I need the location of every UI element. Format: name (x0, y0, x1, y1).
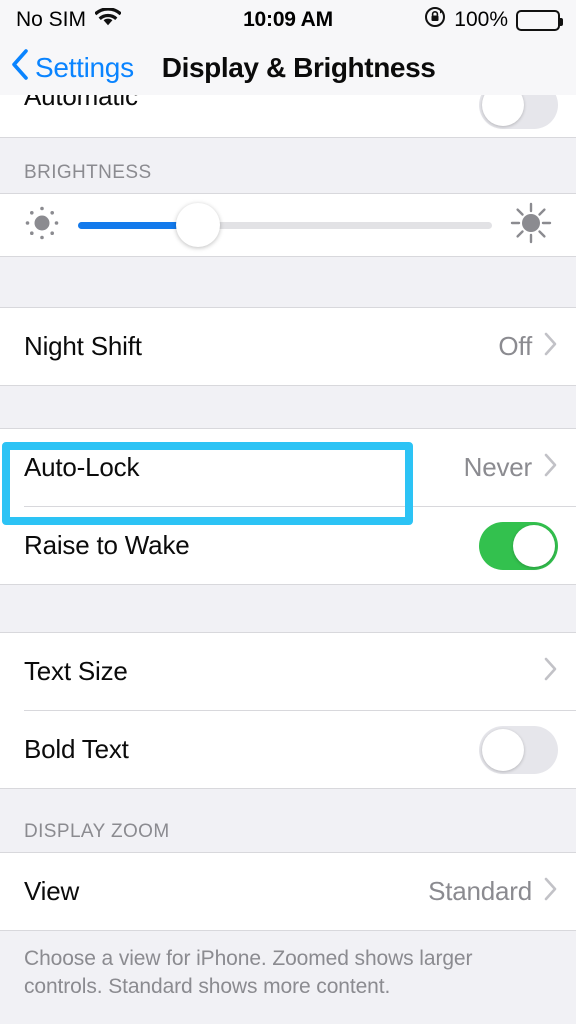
navigation-bar: Settings Display & Brightness (0, 40, 576, 95)
row-night-shift-label: Night Shift (24, 331, 142, 361)
row-night-shift-value: Off (498, 331, 532, 361)
chevron-left-icon (10, 48, 30, 88)
group-lock: Auto-Lock Never Raise to Wake (0, 429, 576, 584)
row-auto-lock-label: Auto-Lock (24, 452, 140, 482)
chevron-right-icon (544, 332, 558, 361)
settings-list: Automatic BRIGHTNESS Night Shift Off Aut… (0, 95, 576, 1001)
row-text-size[interactable]: Text Size (0, 633, 576, 710)
group-brightness (0, 194, 576, 256)
chevron-right-icon (544, 657, 558, 686)
sun-small-icon (22, 203, 62, 248)
automatic-toggle[interactable] (479, 95, 558, 129)
battery-full-icon (516, 9, 563, 31)
section-header-display-zoom: DISPLAY ZOOM (0, 789, 576, 852)
row-view[interactable]: View Standard (0, 853, 576, 930)
rotation-lock-icon (424, 6, 446, 34)
raise-to-wake-toggle[interactable] (479, 521, 558, 570)
iphone-screen: No SIM 10:09 AM 100% Settings Display & … (0, 0, 576, 1024)
status-bar: No SIM 10:09 AM 100% (0, 0, 576, 40)
raise-to-wake-toggle-knob (513, 524, 555, 567)
group-text: Text Size Bold Text (0, 633, 576, 788)
wifi-icon (94, 6, 122, 33)
row-text-size-right (544, 657, 558, 686)
row-raise-to-wake[interactable]: Raise to Wake (0, 507, 576, 584)
row-automatic[interactable]: Automatic (0, 95, 576, 137)
group-automatic: Automatic (0, 95, 576, 138)
row-view-value: Standard (428, 876, 532, 906)
status-bar-right: 100% (424, 6, 563, 34)
row-night-shift[interactable]: Night Shift Off (0, 308, 576, 385)
row-bold-text[interactable]: Bold Text (0, 711, 576, 788)
section-footer-display-zoom: Choose a view for iPhone. Zoomed shows l… (0, 931, 576, 1001)
chevron-right-icon (544, 453, 558, 482)
section-gap (0, 257, 576, 307)
status-bar-left: No SIM (16, 6, 122, 33)
row-automatic-label: Automatic (24, 95, 138, 111)
row-raise-to-wake-label: Raise to Wake (24, 530, 190, 560)
group-display-zoom: View Standard (0, 853, 576, 930)
brightness-slider-thumb[interactable] (176, 203, 221, 247)
back-button-label: Settings (35, 51, 134, 83)
brightness-slider-row (0, 194, 576, 256)
carrier-label: No SIM (16, 8, 87, 31)
back-button[interactable]: Settings (10, 48, 134, 88)
row-auto-lock-right: Never (464, 452, 558, 483)
page-title: Display & Brightness (161, 51, 436, 83)
bold-text-toggle-knob (482, 728, 524, 771)
row-text-size-label: Text Size (24, 656, 128, 686)
row-auto-lock-value: Never (463, 452, 533, 482)
group-night-shift: Night Shift Off (0, 308, 576, 385)
chevron-right-icon (544, 877, 558, 906)
section-gap (0, 585, 576, 632)
battery-percent-label: 100% (454, 8, 508, 31)
row-night-shift-right: Off (498, 331, 558, 362)
section-gap (0, 386, 576, 428)
automatic-toggle-knob (482, 95, 524, 126)
sun-large-icon (508, 200, 554, 251)
row-bold-text-label: Bold Text (24, 734, 129, 764)
section-header-brightness: BRIGHTNESS (0, 138, 576, 193)
bold-text-toggle[interactable] (479, 725, 558, 774)
row-view-label: View (24, 876, 80, 906)
brightness-slider[interactable] (78, 201, 492, 249)
row-auto-lock[interactable]: Auto-Lock Never (0, 429, 576, 506)
row-bold-text-right (479, 725, 558, 774)
row-raise-to-wake-right (479, 521, 558, 570)
row-view-right: Standard (428, 876, 558, 907)
row-automatic-right (479, 95, 558, 129)
